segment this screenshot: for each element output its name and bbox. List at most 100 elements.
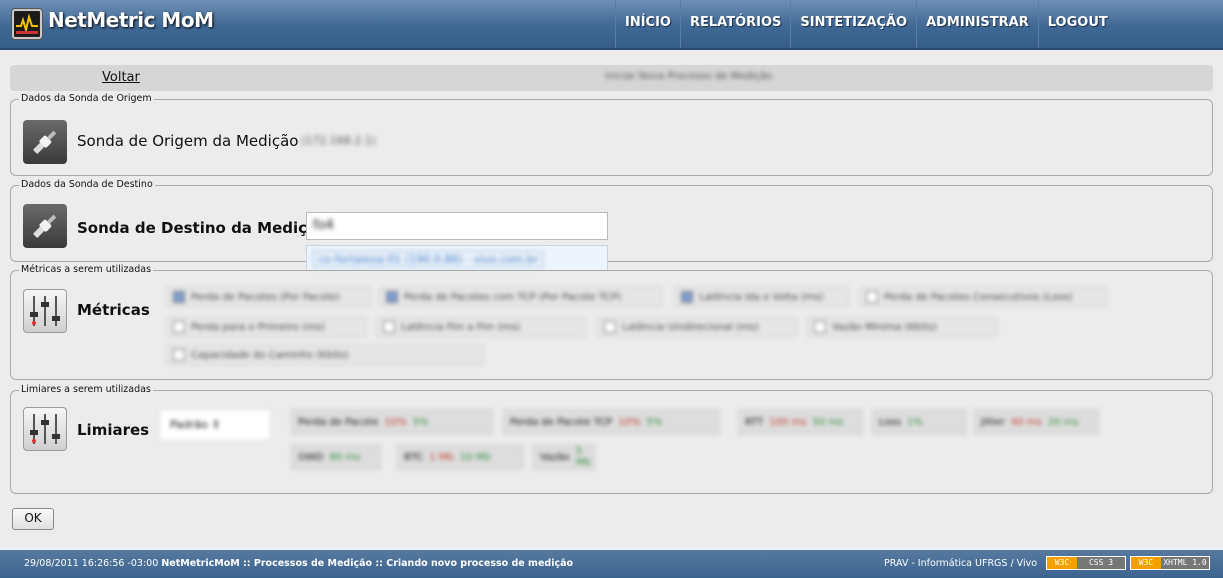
- breadcrumb: Voltar Iniciar Nova Processo de Medição: [10, 65, 1213, 91]
- footer-status: 29/08/2011 16:26:56 -03:00 NetMetricMoM …: [24, 558, 573, 569]
- probe-icon: [23, 204, 67, 248]
- metric-checkbox[interactable]: [814, 321, 826, 333]
- nav-inicio[interactable]: INÍCIO: [615, 0, 680, 48]
- thresholds-fieldset: Limiares a serem utilizadas Limiares Pad…: [10, 384, 1213, 494]
- threshold-good-value: 10 Mb: [459, 451, 491, 463]
- w3c-label: W3C: [1131, 557, 1161, 569]
- sliders-icon: [23, 289, 67, 333]
- metric-checkbox[interactable]: [866, 291, 878, 303]
- destination-input[interactable]: fo4: [306, 212, 608, 240]
- threshold-item[interactable]: OWD 80 ms: [291, 444, 381, 470]
- threshold-name: Perda de Pacote: [298, 416, 379, 428]
- threshold-bad-value: 10%: [384, 416, 407, 428]
- metric-option[interactable]: Latência Ida e Volta (ms): [674, 287, 849, 307]
- threshold-profile-value: Padrão: [170, 418, 208, 431]
- threshold-item[interactable]: Perda de Pacote TCP 10% 5%: [503, 409, 720, 435]
- metric-option[interactable]: Perda de Pacotes com TCP (Por Pacote TCP…: [379, 287, 662, 307]
- metric-option[interactable]: Latência Fim a Fim (ms): [376, 317, 586, 337]
- xhtml-label: XHTML 1.0: [1163, 558, 1207, 567]
- footer-credits: PRAV - Informática UFRGS / Vivo: [884, 558, 1038, 569]
- threshold-good-value: 80 ms: [329, 451, 361, 463]
- origin-value: (172.168.2.1): [301, 134, 377, 147]
- metrics-legend: Métricas a serem utilizadas: [19, 264, 154, 275]
- metric-option[interactable]: Capacidade do Caminho (Kbits): [166, 345, 484, 365]
- threshold-name: OWD: [298, 451, 324, 463]
- main-nav: INÍCIO RELATÓRIOS SINTETIZAÇÃO ADMINISTR…: [615, 0, 1117, 48]
- metric-option[interactable]: Perda de Pacotes (Por Pacote): [166, 287, 371, 307]
- metric-checkbox[interactable]: [386, 291, 398, 303]
- xhtml-badge[interactable]: W3C XHTML 1.0: [1130, 556, 1210, 570]
- threshold-item[interactable]: Perda de Pacote 10% 5%: [291, 409, 493, 435]
- threshold-good-value: 20 ms: [1047, 416, 1079, 428]
- metric-label: Perda de Pacotes com TCP (Por Pacote TCP…: [404, 291, 622, 303]
- thresholds-legend: Limiares a serem utilizadas: [19, 384, 153, 395]
- ok-button[interactable]: OK: [12, 508, 54, 530]
- metric-label: Vazão Mínima (Kbits): [832, 321, 938, 333]
- metric-checkbox[interactable]: [173, 291, 185, 303]
- threshold-good-value: 1%: [906, 416, 923, 428]
- origin-fieldset: Dados da Sonda de Origem Sonda de Origem…: [10, 93, 1213, 176]
- metric-option[interactable]: Latência Unidirecional (ms): [597, 317, 797, 337]
- metric-label: Capacidade do Caminho (Kbits): [191, 349, 349, 361]
- css3-badge[interactable]: W3C CSS 3: [1046, 556, 1126, 570]
- metric-checkbox[interactable]: [173, 349, 185, 361]
- metric-label: Perda de Pacotes Consecutivos (Loss): [884, 291, 1073, 303]
- threshold-item[interactable]: Vazão 5 Mb: [533, 444, 595, 470]
- metric-label: Latência Ida e Volta (ms): [699, 291, 824, 303]
- app-logo-icon: [12, 9, 42, 39]
- nav-administrar[interactable]: ADMINISTRAR: [916, 0, 1038, 48]
- nav-sintetizacao[interactable]: SINTETIZAÇÃO: [790, 0, 916, 48]
- threshold-name: BTC: [404, 451, 424, 463]
- sliders-icon: [23, 407, 67, 451]
- threshold-item[interactable]: BTC 1 Mb 10 Mb: [397, 444, 524, 470]
- threshold-name: Vazão: [540, 451, 570, 463]
- origin-legend: Dados da Sonda de Origem: [19, 93, 154, 104]
- metric-label: Perda de Pacotes (Por Pacote): [191, 291, 341, 303]
- footer: 29/08/2011 16:26:56 -03:00 NetMetricMoM …: [0, 550, 1223, 578]
- w3c-label: W3C: [1047, 557, 1077, 569]
- threshold-good-value: 5%: [412, 416, 429, 428]
- metric-option[interactable]: Perda de Pacotes Consecutivos (Loss): [859, 287, 1107, 307]
- main-content: Voltar Iniciar Nova Processo de Medição …: [0, 50, 1223, 547]
- back-link[interactable]: Voltar: [102, 70, 140, 85]
- threshold-profile-select[interactable]: Padrão ⇕: [159, 409, 271, 441]
- nav-logout[interactable]: LOGOUT: [1037, 0, 1117, 48]
- metrics-fieldset: Métricas a serem utilizadas Métricas Per…: [10, 264, 1213, 380]
- threshold-bad-value: 1 Mb: [429, 451, 454, 463]
- threshold-item[interactable]: Loss 1%: [872, 409, 967, 435]
- probe-icon: [23, 120, 67, 164]
- metric-option[interactable]: Perda para o Primeiro (ms): [166, 317, 366, 337]
- metric-checkbox[interactable]: [604, 321, 616, 333]
- destination-legend: Dados da Sonda de Destino: [19, 179, 155, 190]
- threshold-item[interactable]: Jitter 40 ms 20 ms: [974, 409, 1099, 435]
- top-header: NetMetric MoM INÍCIO RELATÓRIOS SINTETIZ…: [0, 0, 1223, 50]
- metric-label: Perda para o Primeiro (ms): [191, 321, 325, 333]
- nav-relatorios[interactable]: RELATÓRIOS: [679, 0, 790, 48]
- footer-timestamp: 29/08/2011 16:26:56 -03:00: [24, 558, 159, 569]
- threshold-name: RTT: [745, 416, 764, 428]
- metric-checkbox[interactable]: [173, 321, 185, 333]
- destination-label: Sonda de Destino da Medição: [77, 219, 328, 237]
- destination-input-value: fo4: [313, 218, 334, 233]
- threshold-bad-value: 100 ms: [769, 416, 807, 428]
- threshold-good-value: 5 Mb: [575, 446, 591, 468]
- threshold-name: Loss: [879, 416, 901, 428]
- breadcrumb-path: Iniciar Nova Processo de Medição: [605, 71, 773, 82]
- metric-label: Latência Fim a Fim (ms): [401, 321, 521, 333]
- metric-checkbox[interactable]: [383, 321, 395, 333]
- threshold-name: Jitter: [981, 416, 1005, 428]
- threshold-item[interactable]: RTT 100 ms 50 ms: [738, 409, 863, 435]
- origin-label: Sonda de Origem da Medição: [77, 132, 299, 150]
- threshold-name: Perda de Pacote TCP: [510, 416, 613, 428]
- footer-breadcrumb: NetMetricMoM :: Processos de Medição :: …: [161, 558, 574, 569]
- metric-label: Latência Unidirecional (ms): [622, 321, 759, 333]
- threshold-good-value: 5%: [646, 416, 663, 428]
- threshold-good-value: 50 ms: [812, 416, 844, 428]
- threshold-bad-value: 40 ms: [1010, 416, 1042, 428]
- thresholds-label: Limiares: [77, 421, 150, 439]
- metric-option[interactable]: Vazão Mínima (Kbits): [807, 317, 997, 337]
- metric-checkbox[interactable]: [681, 291, 693, 303]
- autocomplete-suggestion[interactable]: co-fortaleza-01 (190.0.86) - vivo.com.br: [306, 245, 608, 271]
- css3-label: CSS 3: [1088, 558, 1114, 567]
- threshold-bad-value: 10%: [618, 416, 641, 428]
